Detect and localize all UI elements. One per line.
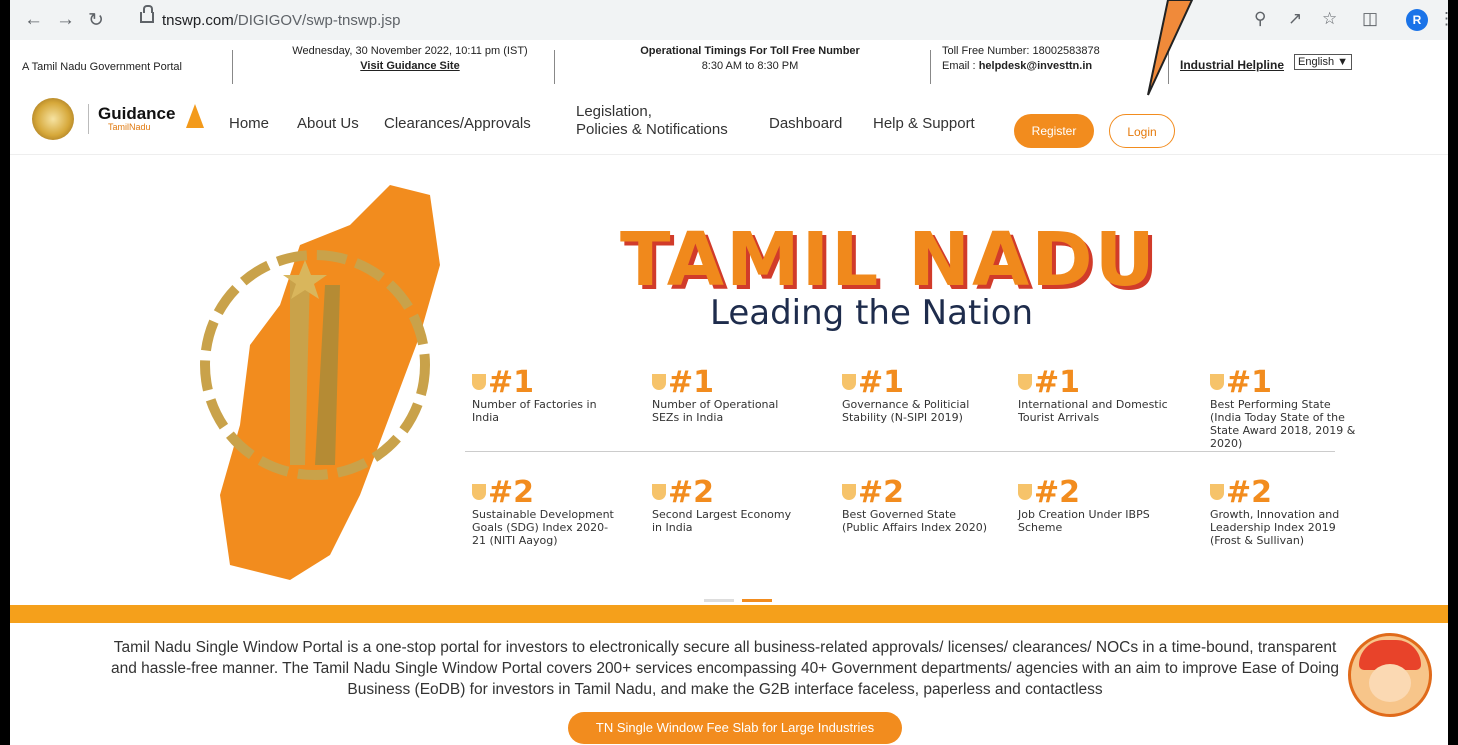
trophy-icon [842,484,856,500]
register-button[interactable]: Register [1014,114,1094,148]
nav-about-us[interactable]: About Us [297,115,359,133]
carousel-dot[interactable] [704,599,734,602]
visit-guidance-link[interactable]: Visit Guidance Site [360,60,459,72]
trophy-icon [472,374,486,390]
menu-kebab-icon[interactable]: ⋮ [1438,9,1448,29]
trophy-icon [472,484,486,500]
chatbot-mascot-avatar[interactable] [1348,633,1432,717]
tn-emblem-logo[interactable] [32,98,74,140]
trophy-icon [1018,484,1032,500]
back-icon[interactable]: ← [24,9,43,31]
url-text[interactable]: tnswp.com/DIGIGOV/swp-tnswp.jsp [162,12,400,29]
orange-divider [10,605,1448,623]
info-strip: A Tamil Nadu Government Portal Wednesday… [10,40,1448,92]
flame-icon [186,104,204,128]
timings-title: Operational Timings For Toll Free Number [640,45,860,57]
rank-card: #2 Sustainable Development Goals (SDG) In… [472,475,614,547]
trophy-icon [1210,374,1224,390]
nav-home[interactable]: Home [229,115,269,133]
lock-icon [140,5,154,23]
hero-banner: TAMIL NADU Leading the Nation #1 Number o… [10,155,1448,605]
nav-dashboard[interactable]: Dashboard [769,115,842,133]
nav-help-support[interactable]: Help & Support [873,115,975,133]
profile-avatar[interactable]: R [1406,9,1428,31]
rank-card: #1 Number of Factories in India [472,365,597,424]
email-label: Email : [942,60,979,72]
trophy-icon [842,374,856,390]
carousel-dot-active[interactable] [742,599,772,602]
rank-card: #2 Job Creation Under IBPS Scheme [1018,475,1150,534]
zoom-icon[interactable]: ⚲ [1254,9,1266,29]
rank-card: #1 International and Domestic Tourist Arr… [1018,365,1168,424]
portal-description: Tamil Nadu Single Window Portal is a one… [110,639,1339,698]
browser-toolbar: ← → ↻ tnswp.com/DIGIGOV/swp-tnswp.jsp ⚲ … [10,0,1448,41]
login-button[interactable]: Login [1109,114,1175,148]
chevron-down-icon: ▼ [1337,56,1349,68]
trophy-icon [652,374,666,390]
rank-card: #1 Best Performing State (India Today Sta… [1210,365,1356,450]
reload-icon[interactable]: ↻ [88,9,104,32]
datetime: Wednesday, 30 November 2022, 10:11 pm (I… [292,45,528,57]
main-navigation: Guidance TamilNadu Home About Us Clearan… [10,92,1448,155]
bookmark-star-icon[interactable]: ☆ [1322,9,1337,29]
contact-block: Toll Free Number: 18002583878 Email : he… [942,44,1100,74]
fee-slab-button[interactable]: TN Single Window Fee Slab for Large Indu… [568,712,902,744]
toll-free-number: Toll Free Number: 18002583878 [942,45,1100,57]
rank-card: #2 Growth, Innovation and Leadership Inde… [1210,475,1340,547]
timings-block: Operational Timings For Toll Free Number… [610,44,890,74]
address-bar[interactable]: tnswp.com/DIGIGOV/swp-tnswp.jsp [130,5,1200,34]
portal-label: A Tamil Nadu Government Portal [22,61,182,73]
brand-sub: TamilNadu [108,122,151,132]
hero-subtitle: Leading the Nation [710,293,1034,333]
rank-card: #1 Number of Operational SEZs in India [652,365,779,424]
language-select[interactable]: English ▼ [1294,54,1353,70]
timings-value: 8:30 AM to 8:30 PM [701,60,799,72]
email-address[interactable]: helpdesk@investtn.in [979,60,1092,72]
trophy-icon [1018,374,1032,390]
trophy-icon [1210,484,1224,500]
hero-title: TAMIL NADU [620,217,1157,303]
rank-card: #2 Best Governed State (Public Affairs In… [842,475,988,534]
rank-card: #2 Second Largest Economy in India [652,475,792,534]
share-icon[interactable]: ↗ [1288,9,1302,29]
guidance-logo[interactable]: Guidance TamilNadu [98,104,175,132]
nav-clearances[interactable]: Clearances/Approvals [384,115,531,133]
datetime-block: Wednesday, 30 November 2022, 10:11 pm (I… [260,44,560,74]
rank-card: #1 Governance & Politicial Stability (N-S… [842,365,970,424]
trophy-icon [652,484,666,500]
pointer-arrow-icon [1147,0,1194,96]
side-panel-icon[interactable]: ◫ [1362,9,1378,29]
tamil-nadu-map-illustration [200,185,440,580]
nav-legislation[interactable]: Legislation, Policies & Notifications [576,103,728,139]
browser-window: ← → ↻ tnswp.com/DIGIGOV/swp-tnswp.jsp ⚲ … [10,0,1448,745]
brand-name: Guidance [98,104,176,123]
forward-icon[interactable]: → [56,9,75,31]
